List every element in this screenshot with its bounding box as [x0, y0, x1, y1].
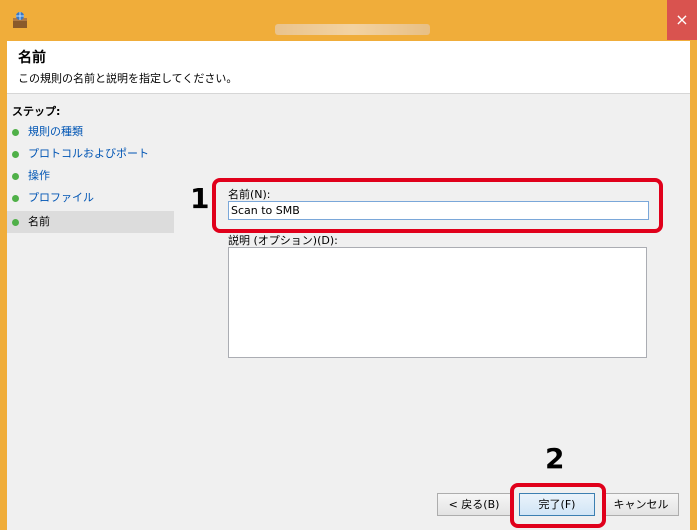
steps-heading: ステップ:	[12, 105, 61, 118]
title-bar[interactable]: ×	[0, 0, 697, 41]
window-border-left	[0, 41, 7, 530]
close-button[interactable]: ×	[667, 0, 697, 40]
step-label: プロファイル	[28, 191, 94, 204]
cancel-button[interactable]: キャンセル	[603, 493, 679, 516]
page-description: この規則の名前と説明を指定してください。	[18, 72, 238, 85]
callout-number-1: 1	[190, 182, 210, 215]
step-label: 名前	[28, 215, 50, 228]
step-label: プロトコルおよびポート	[28, 147, 149, 160]
callout-box-finish	[510, 483, 606, 528]
callout-number-2: 2	[545, 442, 565, 475]
firewall-icon	[13, 12, 27, 28]
window-title	[275, 24, 430, 35]
step-bullet-icon	[12, 172, 19, 180]
step-bullet-icon	[12, 150, 19, 158]
step-profile[interactable]: プロファイル	[12, 187, 172, 209]
step-action[interactable]: 操作	[12, 165, 172, 187]
step-rule-type[interactable]: 規則の種類	[12, 121, 172, 143]
step-protocol-ports[interactable]: プロトコルおよびポート	[12, 143, 172, 165]
step-bullet-icon	[12, 218, 19, 226]
window-border-right	[690, 41, 697, 530]
callout-box-name	[212, 178, 663, 233]
step-bullet-icon	[12, 194, 19, 202]
step-label: 規則の種類	[28, 125, 83, 138]
page-title: 名前	[18, 50, 46, 66]
back-button[interactable]: < 戻る(B)	[437, 493, 511, 516]
description-textarea[interactable]	[228, 247, 647, 358]
step-label: 操作	[28, 169, 50, 182]
description-label: 説明 (オプション)(D):	[228, 234, 338, 247]
step-bullet-icon	[12, 128, 19, 136]
step-name[interactable]: 名前	[7, 211, 174, 233]
wizard-header	[7, 41, 690, 94]
dialog-window: × 名前 この規則の名前と説明を指定してください。 ステップ: 規則の種類 プロ…	[0, 0, 697, 530]
